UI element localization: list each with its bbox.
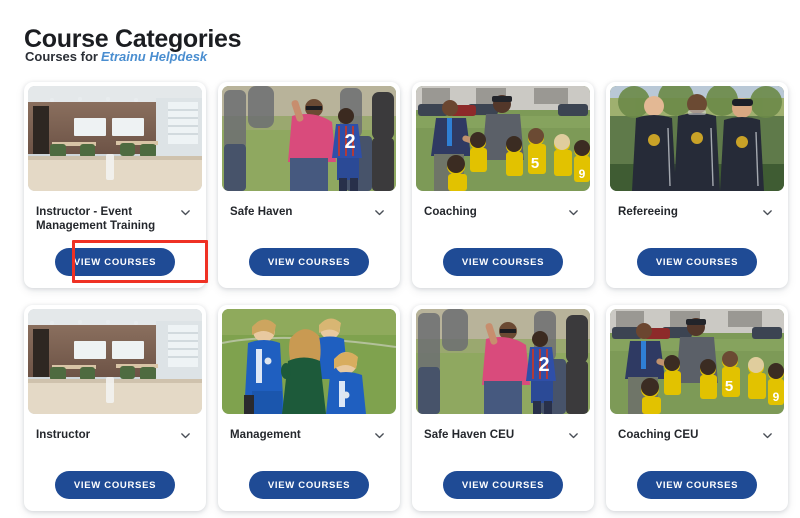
category-label-row[interactable]: Coaching CEU (610, 414, 784, 452)
view-courses-button[interactable]: VIEW COURSES (637, 248, 757, 276)
chevron-down-icon[interactable] (373, 429, 386, 442)
category-label: Coaching (424, 205, 477, 219)
category-thumbnail-image (28, 86, 202, 191)
chevron-down-icon[interactable] (179, 429, 192, 442)
category-label-row[interactable]: Management (222, 414, 396, 452)
category-thumbnail-image (222, 309, 396, 414)
svg-text:9: 9 (579, 167, 586, 181)
course-categories-page: Course Categories Courses forEtrainu Hel… (0, 0, 800, 518)
view-courses-button[interactable]: VIEW COURSES (55, 471, 175, 499)
chevron-down-icon[interactable] (567, 206, 580, 219)
svg-text:2: 2 (344, 131, 355, 153)
breadcrumb: Courses forEtrainu Helpdesk (25, 48, 207, 66)
card-action-area: VIEW COURSES (222, 248, 396, 276)
card-action-area: VIEW COURSES (222, 471, 396, 499)
category-thumbnail-image: 5 9 (416, 86, 590, 191)
course-category-card[interactable]: Management VIEW COURSES (218, 305, 400, 511)
course-category-grid: Instructor - Event Management Training VI… (24, 82, 776, 511)
category-label-row[interactable]: Coaching (416, 191, 590, 229)
card-action-area: VIEW COURSES (416, 471, 590, 499)
course-category-card[interactable]: 2 Safe Haven CEU VIEW COURSES (412, 305, 594, 511)
chevron-down-icon[interactable] (761, 429, 774, 442)
chevron-down-icon[interactable] (179, 206, 192, 219)
category-label: Coaching CEU (618, 428, 698, 442)
category-label-row[interactable]: Instructor (28, 414, 202, 452)
card-action-area: VIEW COURSES (610, 248, 784, 276)
category-label: Instructor (36, 428, 90, 442)
category-thumbnail-image: 2 (222, 86, 396, 191)
view-courses-button[interactable]: VIEW COURSES (443, 471, 563, 499)
course-category-card[interactable]: Refereeing VIEW COURSES (606, 82, 788, 288)
organisation-link[interactable]: Etrainu Helpdesk (101, 49, 207, 64)
chevron-down-icon[interactable] (761, 206, 774, 219)
view-courses-button[interactable]: VIEW COURSES (637, 471, 757, 499)
category-label-row[interactable]: Instructor - Event Management Training (28, 191, 202, 233)
category-label: Instructor - Event Management Training (36, 205, 164, 233)
category-label-row[interactable]: Refereeing (610, 191, 784, 229)
category-thumbnail-image: 5 9 (610, 309, 784, 414)
course-category-card[interactable]: Instructor VIEW COURSES (24, 305, 206, 511)
svg-text:5: 5 (725, 378, 733, 395)
card-action-area: VIEW COURSES (416, 248, 590, 276)
course-category-card[interactable]: Instructor - Event Management Training VI… (24, 82, 206, 288)
category-label: Safe Haven CEU (424, 428, 514, 442)
svg-text:2: 2 (538, 354, 549, 376)
category-label: Management (230, 428, 301, 442)
view-courses-button[interactable]: VIEW COURSES (249, 248, 369, 276)
course-category-card[interactable]: 5 9 Coaching CEU VIEW COURSES (606, 305, 788, 511)
subtitle-prefix: Courses for (25, 49, 98, 64)
chevron-down-icon[interactable] (567, 429, 580, 442)
category-thumbnail-image (28, 309, 202, 414)
category-thumbnail-image: 2 (416, 309, 590, 414)
card-action-area: VIEW COURSES (28, 248, 202, 276)
course-category-card[interactable]: 2 Safe Haven VIEW COURSES (218, 82, 400, 288)
view-courses-button[interactable]: VIEW COURSES (443, 248, 563, 276)
category-label-row[interactable]: Safe Haven CEU (416, 414, 590, 452)
svg-text:5: 5 (531, 155, 539, 172)
category-label-row[interactable]: Safe Haven (222, 191, 396, 229)
category-label: Refereeing (618, 205, 678, 219)
category-thumbnail-image (610, 86, 784, 191)
chevron-down-icon[interactable] (373, 206, 386, 219)
view-courses-button[interactable]: VIEW COURSES (249, 471, 369, 499)
svg-text:9: 9 (773, 390, 780, 404)
category-label: Safe Haven (230, 205, 293, 219)
card-action-area: VIEW COURSES (610, 471, 784, 499)
card-action-area: VIEW COURSES (28, 471, 202, 499)
course-category-card[interactable]: 5 9 Coaching VIEW COURSES (412, 82, 594, 288)
view-courses-button[interactable]: VIEW COURSES (55, 248, 175, 276)
